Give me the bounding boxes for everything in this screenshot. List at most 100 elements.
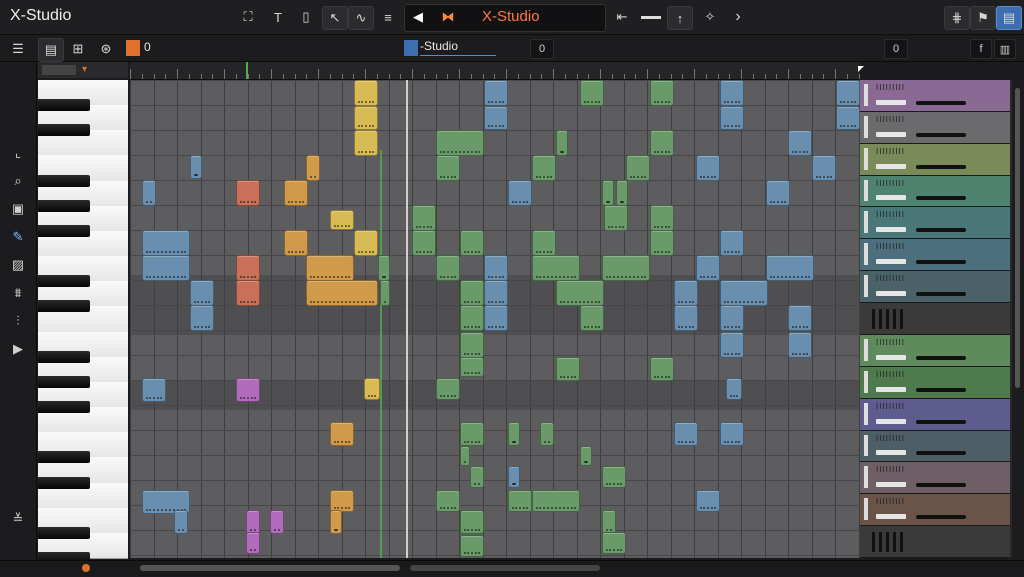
- midi-note[interactable]: [604, 205, 628, 231]
- up-icon[interactable]: ↑: [667, 6, 693, 30]
- midi-note[interactable]: [556, 130, 568, 156]
- play-tool-icon[interactable]: ▶: [6, 338, 30, 360]
- midi-note[interactable]: [142, 255, 190, 281]
- mixer-strip[interactable]: IIIIIIIII: [860, 143, 1010, 176]
- fx-button[interactable]: f: [970, 39, 992, 59]
- strip-knob[interactable]: [876, 386, 906, 392]
- split-tool-icon[interactable]: ⫶: [6, 310, 30, 332]
- midi-note[interactable]: [720, 280, 768, 306]
- menu-icon[interactable]: ≡: [376, 6, 400, 28]
- mixer-strip[interactable]: IIIIIIIII: [860, 271, 1010, 304]
- midi-note[interactable]: [720, 230, 744, 256]
- midi-note[interactable]: [330, 490, 354, 512]
- mixer-strip[interactable]: IIIIIIIII: [860, 334, 1010, 367]
- cursor-icon[interactable]: ↖: [322, 6, 348, 30]
- browser-icon[interactable]: ⊛: [94, 38, 118, 60]
- midi-note[interactable]: [460, 446, 470, 466]
- strip-knob[interactable]: [876, 482, 906, 488]
- midi-note[interactable]: [788, 130, 812, 156]
- midi-note[interactable]: [436, 255, 460, 281]
- stack-tool-icon[interactable]: ⩩: [6, 282, 30, 304]
- strip-knob[interactable]: [876, 195, 906, 201]
- strip-knob[interactable]: [876, 99, 906, 105]
- midi-note[interactable]: [380, 280, 390, 306]
- mixer-strip[interactable]: IIIIIIIII: [860, 239, 1010, 272]
- midi-note[interactable]: [354, 106, 378, 130]
- midi-note[interactable]: [484, 280, 508, 306]
- midi-note[interactable]: [460, 535, 484, 557]
- midi-note[interactable]: [330, 510, 342, 534]
- black-key[interactable]: [38, 224, 90, 237]
- strip-knob[interactable]: [876, 259, 906, 265]
- midi-note[interactable]: [602, 466, 626, 488]
- midi-note[interactable]: [696, 255, 720, 281]
- midi-note[interactable]: [284, 180, 308, 206]
- midi-note[interactable]: [720, 106, 744, 130]
- strip-knob[interactable]: [876, 418, 906, 424]
- mixer-strip[interactable]: IIIIIIIII: [860, 175, 1010, 208]
- list-icon[interactable]: ▤: [38, 38, 64, 62]
- field-a[interactable]: 0: [530, 39, 554, 59]
- timeline-ruler[interactable]: [130, 62, 864, 80]
- midi-note[interactable]: [190, 155, 202, 179]
- midi-note[interactable]: [354, 130, 378, 156]
- snap-icon[interactable]: ⛶: [236, 6, 260, 28]
- mixer-strip[interactable]: IIIIIIIII: [860, 366, 1010, 399]
- midi-note[interactable]: [306, 155, 320, 181]
- midi-note[interactable]: [412, 205, 436, 231]
- midi-note[interactable]: [484, 305, 508, 331]
- strip-fader[interactable]: [916, 196, 966, 201]
- text-tool-icon[interactable]: T: [266, 6, 290, 28]
- midi-note[interactable]: [556, 280, 604, 306]
- midi-note[interactable]: [836, 106, 860, 130]
- mixer-toggle-icon[interactable]: ▥: [994, 39, 1016, 59]
- midi-note[interactable]: [602, 532, 626, 554]
- mixer-strip[interactable]: IIIIIIIII: [860, 494, 1010, 527]
- midi-note[interactable]: [836, 80, 860, 106]
- midi-note[interactable]: [460, 357, 484, 377]
- strip-fader[interactable]: [916, 164, 966, 169]
- midi-note[interactable]: [720, 80, 744, 106]
- vertical-scrollbar[interactable]: [1013, 80, 1022, 558]
- track-marker-icon[interactable]: [404, 40, 418, 56]
- strip-knob[interactable]: [876, 450, 906, 456]
- strip-fader[interactable]: [916, 419, 966, 424]
- midi-note[interactable]: [726, 378, 742, 400]
- midi-note[interactable]: [236, 280, 260, 306]
- midi-note[interactable]: [460, 230, 484, 256]
- midi-note[interactable]: [616, 180, 628, 206]
- strip-knob[interactable]: [876, 131, 906, 137]
- midi-note[interactable]: [532, 230, 556, 256]
- midi-note[interactable]: [354, 230, 378, 256]
- black-key[interactable]: [38, 401, 90, 414]
- midi-note[interactable]: [190, 280, 214, 306]
- strip-fader[interactable]: [916, 451, 966, 456]
- midi-note[interactable]: [460, 305, 484, 331]
- strip-knob[interactable]: [876, 227, 906, 233]
- midi-note[interactable]: [306, 255, 354, 281]
- midi-note[interactable]: [412, 230, 436, 256]
- midi-note[interactable]: [508, 422, 520, 446]
- midi-note[interactable]: [190, 305, 214, 331]
- midi-note[interactable]: [460, 422, 484, 446]
- midi-note[interactable]: [720, 305, 744, 331]
- midi-note[interactable]: [236, 378, 260, 402]
- strip-knob[interactable]: [876, 354, 906, 360]
- midi-note[interactable]: [174, 510, 188, 534]
- midi-note[interactable]: [142, 230, 190, 256]
- rewind-icon[interactable]: ⇤: [610, 6, 634, 28]
- flag-icon[interactable]: ⚑: [970, 6, 996, 30]
- black-key[interactable]: [38, 451, 90, 464]
- midi-note[interactable]: [788, 332, 812, 358]
- midi-note[interactable]: [532, 255, 580, 281]
- magic-icon[interactable]: ✧: [698, 6, 722, 28]
- midi-note[interactable]: [484, 255, 508, 281]
- black-key[interactable]: [38, 375, 90, 388]
- play-icon[interactable]: ⧓: [436, 6, 460, 28]
- midi-note[interactable]: [720, 422, 744, 446]
- strip-fader[interactable]: [916, 355, 966, 360]
- midi-note[interactable]: [270, 510, 284, 534]
- playhead-marker-icon[interactable]: [126, 40, 140, 56]
- black-key[interactable]: [38, 124, 90, 137]
- strip-fader[interactable]: [916, 100, 966, 105]
